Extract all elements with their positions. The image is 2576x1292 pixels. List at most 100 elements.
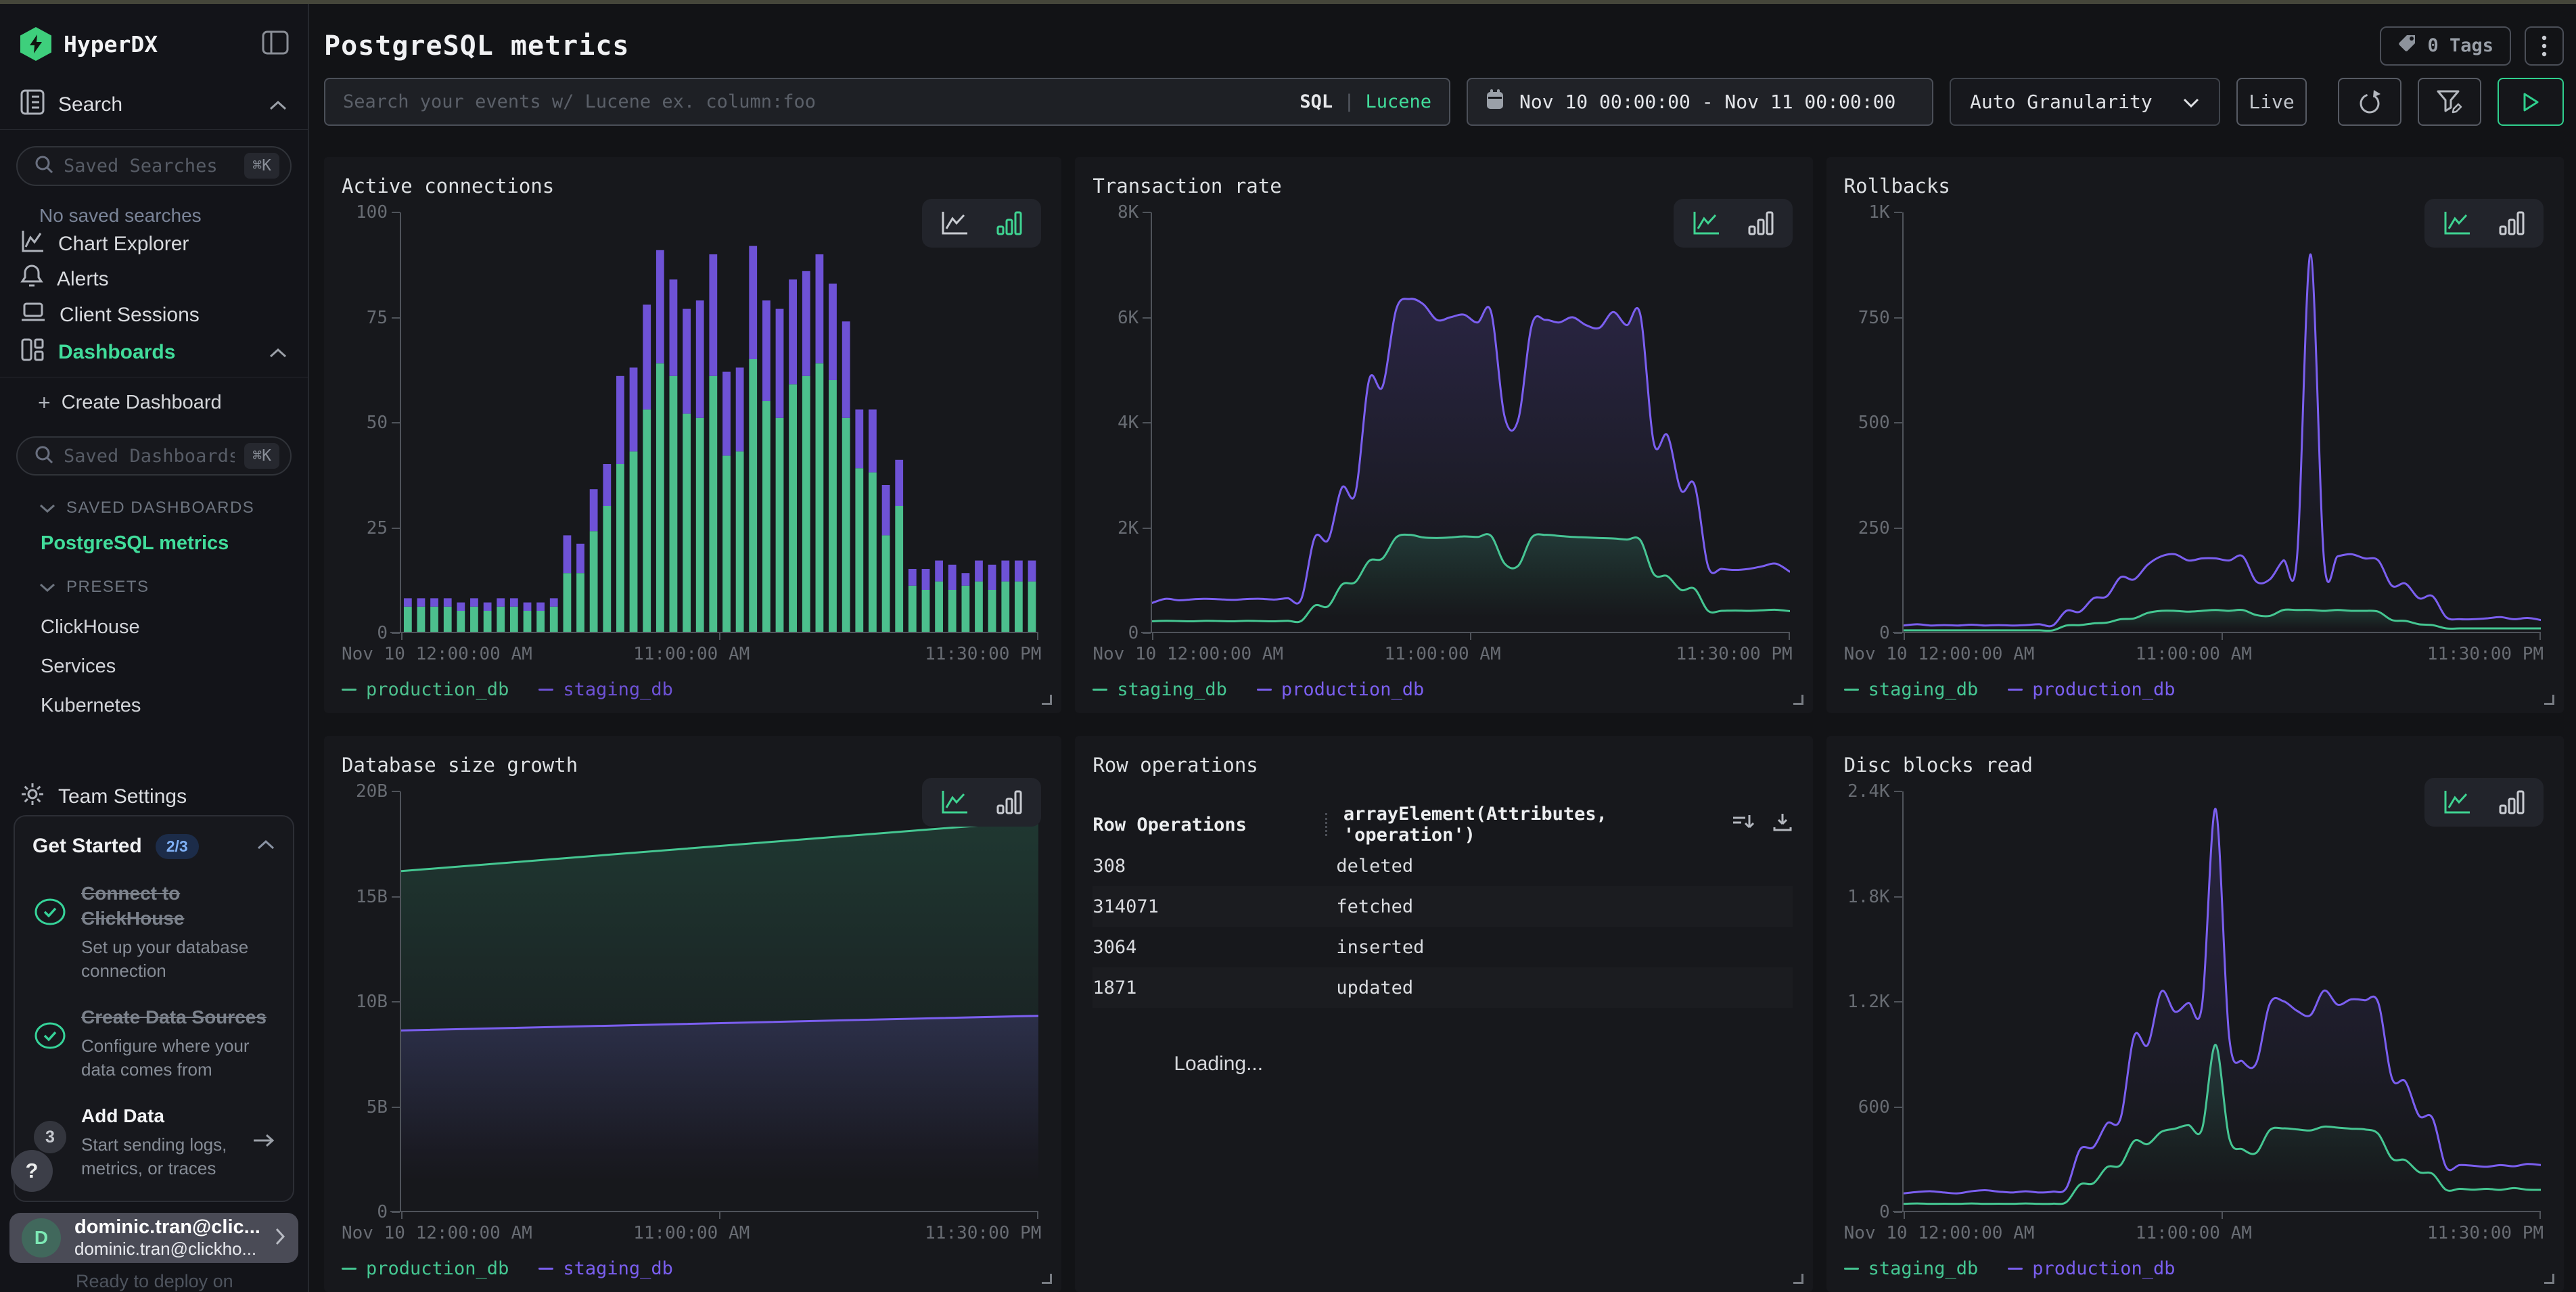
y-axis-label: 4K (1118, 413, 1151, 433)
chevron-up-icon[interactable] (256, 839, 275, 854)
presets-list: ClickHouseServicesKubernetes (0, 607, 308, 725)
plot-area (1151, 212, 1789, 633)
y-axis-label: 0 (377, 623, 400, 643)
legend-item[interactable]: staging_db (538, 1258, 673, 1279)
get-started-step-connect[interactable]: Connect to ClickHouse Set up your databa… (32, 881, 275, 984)
refresh-button[interactable] (2338, 78, 2401, 126)
chevron-down-icon (2182, 91, 2200, 113)
chevron-up-icon (269, 341, 288, 364)
download-icon[interactable] (1772, 812, 1793, 837)
panel-rollbacks: Rollbacks02505007501KNov 10 12:00:00 AM1… (1826, 157, 2564, 713)
date-range-value: Nov 10 00:00:00 - Nov 11 00:00:00 (1519, 91, 1895, 113)
column-header[interactable]: arrayElement(Attributes, 'operation') (1343, 804, 1732, 846)
check-circle-icon (34, 1022, 66, 1082)
line-chart-icon[interactable] (1691, 210, 1722, 237)
user-menu[interactable]: D dominic.tran@clic... dominic.tran@clic… (9, 1213, 298, 1263)
legend-item[interactable]: staging_db (1092, 679, 1227, 700)
shortcut-badge: ⌘K (244, 443, 279, 469)
gear-icon (20, 782, 45, 812)
user-name: dominic.tran@clic... (74, 1216, 260, 1239)
get-started-step-sources[interactable]: Create Data Sources Configure where your… (32, 1005, 275, 1082)
panel-resize-handle[interactable] (1793, 695, 1803, 705)
chart: 05B10B15B20BNov 10 12:00:00 AM11:00:00 A… (342, 779, 1041, 1281)
table-row[interactable]: 3064inserted (1092, 927, 1792, 967)
panel-resize-handle[interactable] (2544, 1274, 2554, 1284)
legend-item[interactable]: staging_db (538, 679, 673, 700)
live-button[interactable]: Live (2236, 78, 2307, 126)
chart-icon (20, 229, 45, 259)
sidebar-item-team-settings[interactable]: Team Settings (0, 779, 308, 814)
column-header[interactable]: Row Operations (1092, 814, 1325, 835)
sidebar-item-label: Dashboards (58, 341, 175, 364)
x-axis-label: 11:30:00 PM (2310, 644, 2544, 664)
line-chart-icon[interactable] (2442, 210, 2473, 237)
create-dashboard-button[interactable]: + Create Dashboard (0, 386, 308, 420)
line-chart-icon[interactable] (940, 789, 971, 816)
tags-button[interactable]: 0 Tags (2380, 26, 2511, 66)
panel-resize-handle[interactable] (1042, 695, 1052, 705)
bar-chart-icon[interactable] (994, 789, 1024, 816)
panel-title: Row operations (1092, 754, 1792, 777)
presets-section-header[interactable]: PRESETS (0, 578, 308, 597)
sidebar-item-client-sessions[interactable]: Client Sessions (0, 297, 308, 332)
collapse-sidebar-icon[interactable] (262, 30, 289, 58)
chart: 02K4K6K8KNov 10 12:00:00 AM11:00:00 AM11… (1092, 200, 1792, 702)
sidebar-item-preset-services[interactable]: Services (0, 647, 308, 686)
sidebar-item-alerts[interactable]: Alerts (0, 262, 308, 297)
run-query-button[interactable] (2498, 78, 2564, 126)
check-circle-icon (34, 898, 66, 984)
event-search-input[interactable]: SQL | Lucene (324, 78, 1450, 126)
y-axis-label: 10B (356, 992, 400, 1012)
x-axis-label: 11:30:00 PM (1559, 644, 1793, 664)
granularity-select[interactable]: Auto Granularity (1950, 78, 2220, 126)
get-started-step-add-data[interactable]: 3 Add Data Start sending logs, metrics, … (32, 1103, 275, 1180)
sql-mode-toggle[interactable]: SQL (1300, 91, 1333, 112)
x-axis-label: Nov 10 12:00:00 AM (342, 1223, 575, 1243)
panel-title: Database size growth (342, 754, 1041, 777)
panel-resize-handle[interactable] (1793, 1274, 1803, 1284)
more-options-button[interactable] (2525, 26, 2564, 66)
saved-dashboards-section-header[interactable]: SAVED DASHBOARDS (0, 499, 308, 517)
filter-button[interactable] (2418, 78, 2481, 126)
plot-area (1902, 212, 2541, 633)
sidebar-item-preset-kubernetes[interactable]: Kubernetes (0, 686, 308, 725)
legend-item[interactable]: production_db (2008, 679, 2175, 700)
chart-legend: production_db staging_db (342, 676, 1041, 702)
y-axis-label: 0 (1879, 623, 1902, 643)
y-axis-label: 6K (1118, 308, 1151, 328)
legend-item[interactable]: production_db (342, 1258, 509, 1279)
sidebar-item-preset-clickhouse[interactable]: ClickHouse (0, 607, 308, 647)
panel-resize-handle[interactable] (1042, 1274, 1052, 1284)
sidebar-item-chart-explorer[interactable]: Chart Explorer (0, 227, 308, 262)
legend-item[interactable]: staging_db (1844, 1258, 1979, 1279)
bar-chart-icon[interactable] (994, 210, 1024, 237)
granularity-value: Auto Granularity (1970, 91, 2153, 113)
line-chart-icon[interactable] (2442, 789, 2473, 816)
bar-chart-icon[interactable] (1745, 210, 1775, 237)
line-chart-icon[interactable] (940, 210, 971, 237)
panel-resize-handle[interactable] (2544, 695, 2554, 705)
help-button[interactable]: ? (11, 1150, 53, 1192)
legend-item[interactable]: production_db (1257, 679, 1424, 700)
bar-chart-icon[interactable] (2496, 210, 2526, 237)
sidebar-item-search[interactable]: Search (0, 88, 308, 122)
sidebar-item-label: Alerts (57, 268, 109, 291)
table-row[interactable]: 1871updated (1092, 967, 1792, 1008)
table-row[interactable]: 308deleted (1092, 846, 1792, 886)
sidebar-item-dashboards[interactable]: Dashboards (0, 336, 308, 370)
legend-item[interactable]: production_db (2008, 1258, 2175, 1279)
bar-chart-icon[interactable] (2496, 789, 2526, 816)
sort-filter-icon[interactable] (1732, 812, 1755, 837)
chart: 06001.2K1.8K2.4KNov 10 12:00:00 AM11:00:… (1844, 779, 2544, 1281)
user-email: dominic.tran@clickho... (74, 1239, 260, 1260)
lucene-mode-toggle[interactable]: Lucene (1365, 91, 1431, 112)
legend-item[interactable]: production_db (342, 679, 509, 700)
saved-searches-input[interactable]: ⌘K (16, 146, 292, 185)
legend-item[interactable]: staging_db (1844, 679, 1979, 700)
chart-type-toggle (922, 199, 1041, 248)
chevron-right-icon (274, 1226, 286, 1250)
table-row[interactable]: 314071fetched (1092, 886, 1792, 927)
sidebar-item-postgresql-metrics[interactable]: PostgreSQL metrics (0, 532, 308, 555)
saved-dashboards-input[interactable]: ⌘K (16, 436, 292, 476)
date-range-picker[interactable]: Nov 10 00:00:00 - Nov 11 00:00:00 (1467, 78, 1933, 126)
